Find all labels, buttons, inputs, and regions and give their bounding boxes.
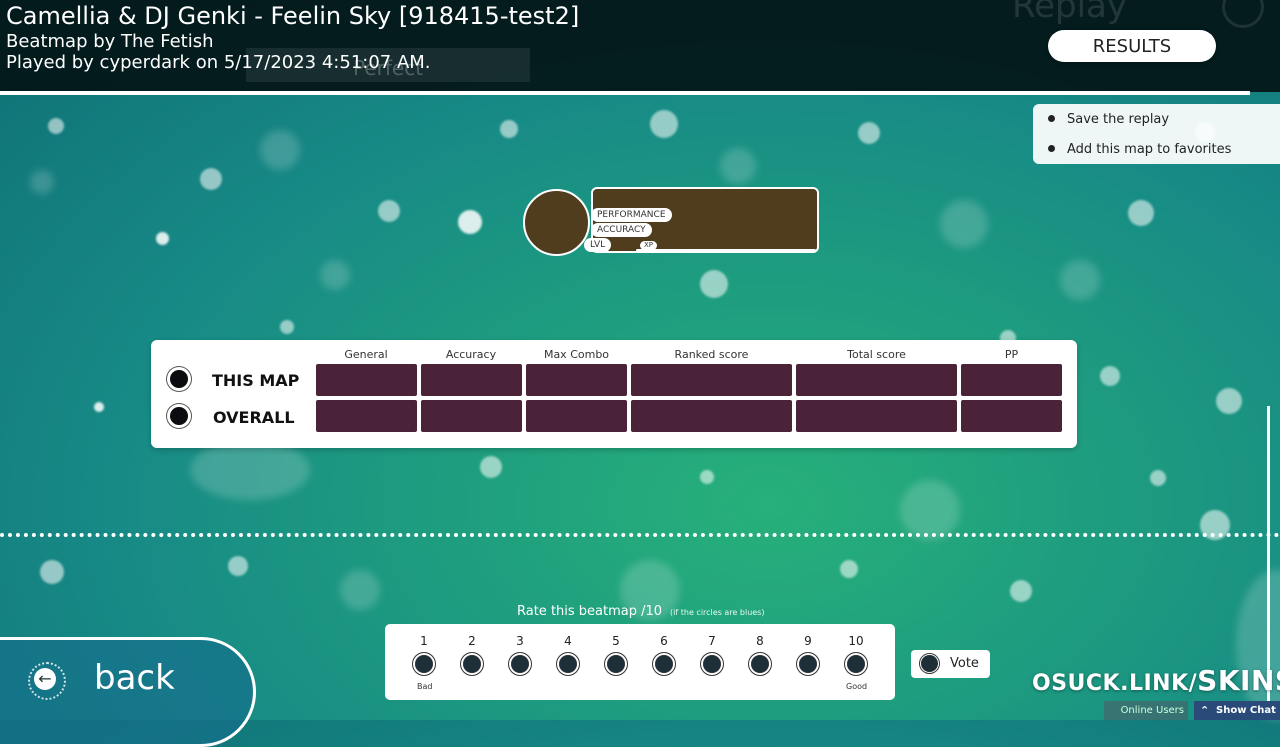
stat-cell <box>526 364 627 396</box>
rating-number: 10 <box>848 634 864 648</box>
stat-cell <box>316 400 417 432</box>
side-menu: Save the replay Add this map to favorite… <box>1033 104 1280 164</box>
level-label: LVL <box>584 238 612 252</box>
stat-cell <box>796 400 957 432</box>
rating-number: 1 <box>420 634 428 648</box>
rating-option-5[interactable] <box>607 655 625 673</box>
beatmap-author: Beatmap by The Fetish <box>6 31 214 52</box>
stat-cell <box>631 364 792 396</box>
accuracy-label: ACCURACY <box>591 223 652 237</box>
rating-option-2[interactable] <box>463 655 481 673</box>
stat-cell <box>961 364 1062 396</box>
stats-panel: General Accuracy Max Combo Ranked score … <box>151 340 1077 448</box>
column-pp: PP <box>1004 348 1019 361</box>
vote-label: Vote <box>950 656 979 671</box>
rating-option-6[interactable] <box>655 655 673 673</box>
column-max-combo: Max Combo <box>543 348 610 361</box>
header-divider <box>0 91 1250 95</box>
save-replay-item[interactable]: Save the replay <box>1048 112 1169 127</box>
chevron-up-icon: ⌃ <box>1200 704 1210 717</box>
column-total-score: Total score <box>847 348 906 361</box>
stat-cell <box>631 400 792 432</box>
rating-number: 9 <box>804 634 812 648</box>
row-label-this-map: THIS MAP <box>212 371 300 390</box>
rating-low-caption: Bad <box>417 682 433 691</box>
rating-number: 3 <box>516 634 524 648</box>
avatar[interactable] <box>523 189 590 256</box>
save-replay-label: Save the replay <box>1067 112 1170 127</box>
rating-option-9[interactable] <box>799 655 817 673</box>
show-chat-label: Show Chat <box>1216 705 1276 716</box>
xp-label: XP <box>640 241 658 250</box>
column-accuracy: Accuracy <box>445 348 497 361</box>
show-chat-button[interactable]: ⌃ Show Chat <box>1194 701 1280 720</box>
rating-option-1[interactable] <box>415 655 433 673</box>
column-ranked-score: Ranked score <box>674 348 749 361</box>
rating-number: 4 <box>564 634 572 648</box>
skins-link[interactable]: OSUCK.LINK/SKINS <box>1032 664 1280 697</box>
bullet-icon <box>1048 115 1055 122</box>
played-by: Played by cyperdark on 5/17/2023 4:51:07… <box>6 52 431 73</box>
ghost-title: Replay <box>1012 0 1127 26</box>
vote-dot-icon <box>921 655 938 672</box>
vote-button[interactable]: Vote <box>911 650 990 678</box>
stat-cell <box>796 364 957 396</box>
online-users-button[interactable]: Online Users <box>1104 701 1188 720</box>
stat-cell <box>526 400 627 432</box>
skins-link-path: SKINS <box>1197 664 1280 697</box>
stat-cell <box>421 364 522 396</box>
rating-number: 6 <box>660 634 668 648</box>
results-button[interactable]: RESULTS <box>1048 30 1216 62</box>
performance-label: PERFORMANCE <box>591 208 672 222</box>
rating-option-4[interactable] <box>559 655 577 673</box>
column-general: General <box>344 348 388 361</box>
this-map-dot-icon <box>170 370 188 388</box>
xp-bar <box>636 249 816 252</box>
rating-high-caption: Good <box>846 682 868 691</box>
stat-cell <box>421 400 522 432</box>
page-title: Camellia & DJ Genki - Feelin Sky [918415… <box>6 2 580 30</box>
stat-cell <box>961 400 1062 432</box>
overall-dot-icon <box>170 407 188 425</box>
rating-option-10[interactable] <box>847 655 865 673</box>
rating-number: 5 <box>612 634 620 648</box>
skins-link-domain: OSUCK.LINK/ <box>1032 671 1198 696</box>
rate-hint: (if the circles are blues) <box>670 608 765 617</box>
arrow-left-icon: ← <box>34 668 56 690</box>
rating-number: 8 <box>756 634 764 648</box>
row-label-overall: OVERALL <box>213 408 295 427</box>
rate-title: Rate this beatmap /10 (if the circles are… <box>517 604 764 619</box>
stat-cell <box>316 364 417 396</box>
rating-panel: 1 2 3 4 5 6 7 8 9 10 Bad Good <box>385 624 895 700</box>
rate-title-text: Rate this beatmap /10 <box>517 604 663 619</box>
rating-number: 2 <box>468 634 476 648</box>
add-favorite-item[interactable]: Add this map to favorites <box>1048 142 1231 157</box>
back-label: back <box>94 658 175 698</box>
rating-option-3[interactable] <box>511 655 529 673</box>
rating-number: 7 <box>708 634 716 648</box>
bullet-icon <box>1048 145 1055 152</box>
section-divider <box>0 533 1280 537</box>
rating-option-7[interactable] <box>703 655 721 673</box>
rating-option-8[interactable] <box>751 655 769 673</box>
add-favorite-label: Add this map to favorites <box>1067 142 1232 157</box>
